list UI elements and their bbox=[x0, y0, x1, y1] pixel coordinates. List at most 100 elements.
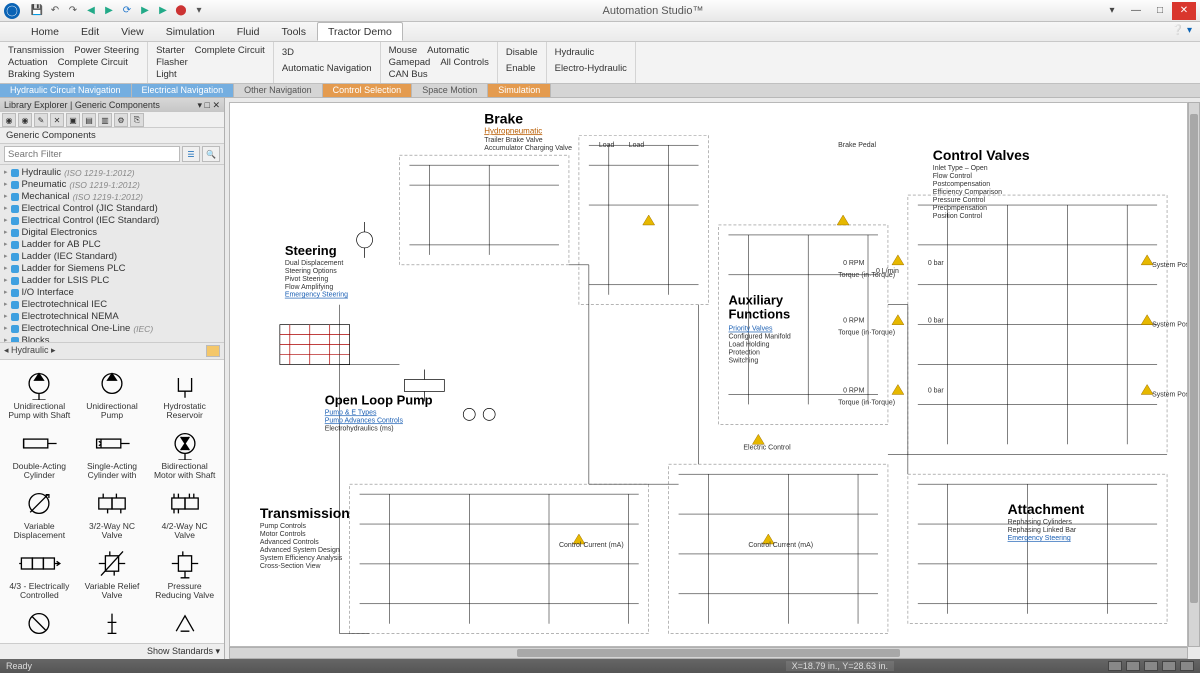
libtb-4[interactable]: ✕ bbox=[50, 113, 64, 127]
tree-node-12[interactable]: ▸Electrotechnical NEMA bbox=[2, 311, 222, 323]
qat-record-icon[interactable]: ⬤ bbox=[174, 4, 188, 18]
tree-node-6[interactable]: ▸Ladder for AB PLC bbox=[2, 239, 222, 251]
status-btn-2[interactable] bbox=[1126, 661, 1140, 671]
rb-gamepad[interactable]: Gamepad bbox=[389, 57, 431, 68]
vertical-scrollbar[interactable] bbox=[1188, 102, 1200, 647]
tree-node-11[interactable]: ▸Electrotechnical IEC bbox=[2, 299, 222, 311]
tab-view[interactable]: View bbox=[110, 22, 155, 41]
status-btn-1[interactable] bbox=[1108, 661, 1122, 671]
rb-transmission[interactable]: Transmission bbox=[8, 45, 64, 56]
component-3[interactable]: Double-Acting Cylinder bbox=[4, 424, 75, 482]
component-8[interactable]: 4/2-Way NC Valve bbox=[149, 484, 220, 542]
horizontal-scrollbar[interactable] bbox=[229, 647, 1188, 659]
qat-save-icon[interactable]: 💾 bbox=[30, 4, 44, 18]
component-14[interactable] bbox=[149, 604, 220, 643]
libtb-6[interactable]: ▤ bbox=[82, 113, 96, 127]
component-11[interactable]: Pressure Reducing Valve with Drain bbox=[149, 544, 220, 602]
libtb-8[interactable]: ⚙ bbox=[114, 113, 128, 127]
tab-edit[interactable]: Edit bbox=[70, 22, 110, 41]
nav-hydraulic[interactable]: Hydraulic Circuit Navigation bbox=[0, 84, 132, 97]
show-standards-button[interactable]: Show Standards ▾ bbox=[147, 646, 220, 656]
breadcrumb-text[interactable]: ◂ Hydraulic ▸ bbox=[4, 345, 56, 357]
component-1[interactable]: Unidirectional Pump bbox=[77, 364, 148, 422]
rb-flasher[interactable]: Flasher bbox=[156, 57, 188, 68]
library-breadcrumb[interactable]: ◂ Hydraulic ▸ bbox=[0, 343, 224, 360]
rb-automatic[interactable]: Automatic bbox=[427, 45, 469, 56]
search-input[interactable] bbox=[4, 146, 180, 162]
library-header-btns[interactable]: ▾ □ ✕ bbox=[198, 100, 221, 110]
component-10[interactable]: Variable Relief Valve bbox=[77, 544, 148, 602]
tab-fluid[interactable]: Fluid bbox=[226, 22, 271, 41]
tree-node-8[interactable]: ▸Ladder for Siemens PLC bbox=[2, 263, 222, 275]
tab-tractor-demo[interactable]: Tractor Demo bbox=[317, 22, 403, 41]
tab-simulation[interactable]: Simulation bbox=[155, 22, 226, 41]
component-9[interactable]: 4/3 - Electrically Controlled bbox=[4, 544, 75, 602]
qat-more-icon[interactable]: ▾ bbox=[192, 4, 206, 18]
tree-node-13[interactable]: ▸Electrotechnical One-Line (IEC) bbox=[2, 323, 222, 335]
libtb-5[interactable]: ▣ bbox=[66, 113, 80, 127]
tree-node-9[interactable]: ▸Ladder for LSIS PLC bbox=[2, 275, 222, 287]
nav-space-motion[interactable]: Space Motion bbox=[412, 84, 488, 97]
rb-light[interactable]: Light bbox=[156, 69, 177, 80]
libtb-2[interactable]: ◉ bbox=[18, 113, 32, 127]
component-7[interactable]: 3/2-Way NC Valve bbox=[77, 484, 148, 542]
window-minimize-button[interactable]: — bbox=[1124, 2, 1148, 20]
nav-other[interactable]: Other Navigation bbox=[234, 84, 323, 97]
tree-node-3[interactable]: ▸Electrical Control (JIC Standard) bbox=[2, 203, 222, 215]
rb-enable[interactable]: Enable bbox=[506, 63, 536, 74]
qat-undo-icon[interactable]: ↶ bbox=[48, 4, 62, 18]
rb-electro-hydraulic[interactable]: Electro-Hydraulic bbox=[555, 63, 627, 74]
nav-electrical[interactable]: Electrical Navigation bbox=[132, 84, 235, 97]
rb-auto-nav[interactable]: Automatic Navigation bbox=[282, 63, 372, 74]
component-2[interactable]: Hydrostatic Reservoir bbox=[149, 364, 220, 422]
qat-play2-icon[interactable]: ▶ bbox=[156, 4, 170, 18]
help-icon[interactable]: ❔ ▾ bbox=[1164, 22, 1200, 41]
status-btn-4[interactable] bbox=[1162, 661, 1176, 671]
libtb-1[interactable]: ◉ bbox=[2, 113, 16, 127]
rb-braking-system[interactable]: Braking System bbox=[8, 69, 75, 80]
rb-3d[interactable]: 3D bbox=[282, 47, 294, 58]
libtb-7[interactable]: ▥ bbox=[98, 113, 112, 127]
tree-node-1[interactable]: ▸Pneumatic (ISO 1219-1:2012) bbox=[2, 179, 222, 191]
component-12[interactable] bbox=[4, 604, 75, 643]
rb-power-steering[interactable]: Power Steering bbox=[74, 45, 139, 56]
library-tab[interactable]: Generic Components bbox=[0, 128, 224, 144]
component-6[interactable]: Variable Displacement Bi… bbox=[4, 484, 75, 542]
rb-all-controls[interactable]: All Controls bbox=[440, 57, 489, 68]
window-maximize-button[interactable]: □ bbox=[1148, 2, 1172, 20]
breadcrumb-search-icon[interactable] bbox=[206, 345, 220, 357]
tree-node-0[interactable]: ▸Hydraulic (ISO 1219-1:2012) bbox=[2, 167, 222, 179]
rb-actuation[interactable]: Actuation bbox=[8, 57, 48, 68]
component-0[interactable]: Unidirectional Pump with Shaft bbox=[4, 364, 75, 422]
tab-tools[interactable]: Tools bbox=[270, 22, 317, 41]
component-5[interactable]: Bidirectional Motor with Shaft bbox=[149, 424, 220, 482]
rb-mouse[interactable]: Mouse bbox=[389, 45, 418, 56]
component-13[interactable] bbox=[77, 604, 148, 643]
window-dropdown-button[interactable]: ▾ bbox=[1100, 2, 1124, 20]
schematic-canvas[interactable]: Brake Hydropneumatic Trailer Brake Valve… bbox=[229, 102, 1188, 647]
status-btn-3[interactable] bbox=[1144, 661, 1158, 671]
rb-hydraulic[interactable]: Hydraulic bbox=[555, 47, 595, 58]
rb-can-bus[interactable]: CAN Bus bbox=[389, 69, 428, 80]
rb-disable[interactable]: Disable bbox=[506, 47, 538, 58]
qat-play-icon[interactable]: ▶ bbox=[138, 4, 152, 18]
libtb-3[interactable]: ✎ bbox=[34, 113, 48, 127]
qat-redo-icon[interactable]: ↷ bbox=[66, 4, 80, 18]
nav-control-selection[interactable]: Control Selection bbox=[323, 84, 413, 97]
search-options-button[interactable]: ☰ bbox=[182, 146, 200, 162]
qat-back-icon[interactable]: ◀ bbox=[84, 4, 98, 18]
tree-node-5[interactable]: ▸Digital Electronics bbox=[2, 227, 222, 239]
qat-refresh-icon[interactable]: ⟳ bbox=[120, 4, 134, 18]
rb-starter[interactable]: Starter bbox=[156, 45, 185, 56]
tree-node-10[interactable]: ▸I/O Interface bbox=[2, 287, 222, 299]
tab-home[interactable]: Home bbox=[20, 22, 70, 41]
nav-simulation[interactable]: Simulation bbox=[488, 84, 551, 97]
tree-node-4[interactable]: ▸Electrical Control (IEC Standard) bbox=[2, 215, 222, 227]
search-go-button[interactable]: 🔍 bbox=[202, 146, 220, 162]
tree-node-2[interactable]: ▸Mechanical (ISO 1219-1:2012) bbox=[2, 191, 222, 203]
qat-forward-icon[interactable]: ▶ bbox=[102, 4, 116, 18]
rb-complete-circuit-1[interactable]: Complete Circuit bbox=[58, 57, 128, 68]
component-4[interactable]: Single-Acting Cylinder with Spr… bbox=[77, 424, 148, 482]
window-close-button[interactable]: ✕ bbox=[1172, 2, 1196, 20]
rb-complete-circuit-2[interactable]: Complete Circuit bbox=[195, 45, 265, 56]
